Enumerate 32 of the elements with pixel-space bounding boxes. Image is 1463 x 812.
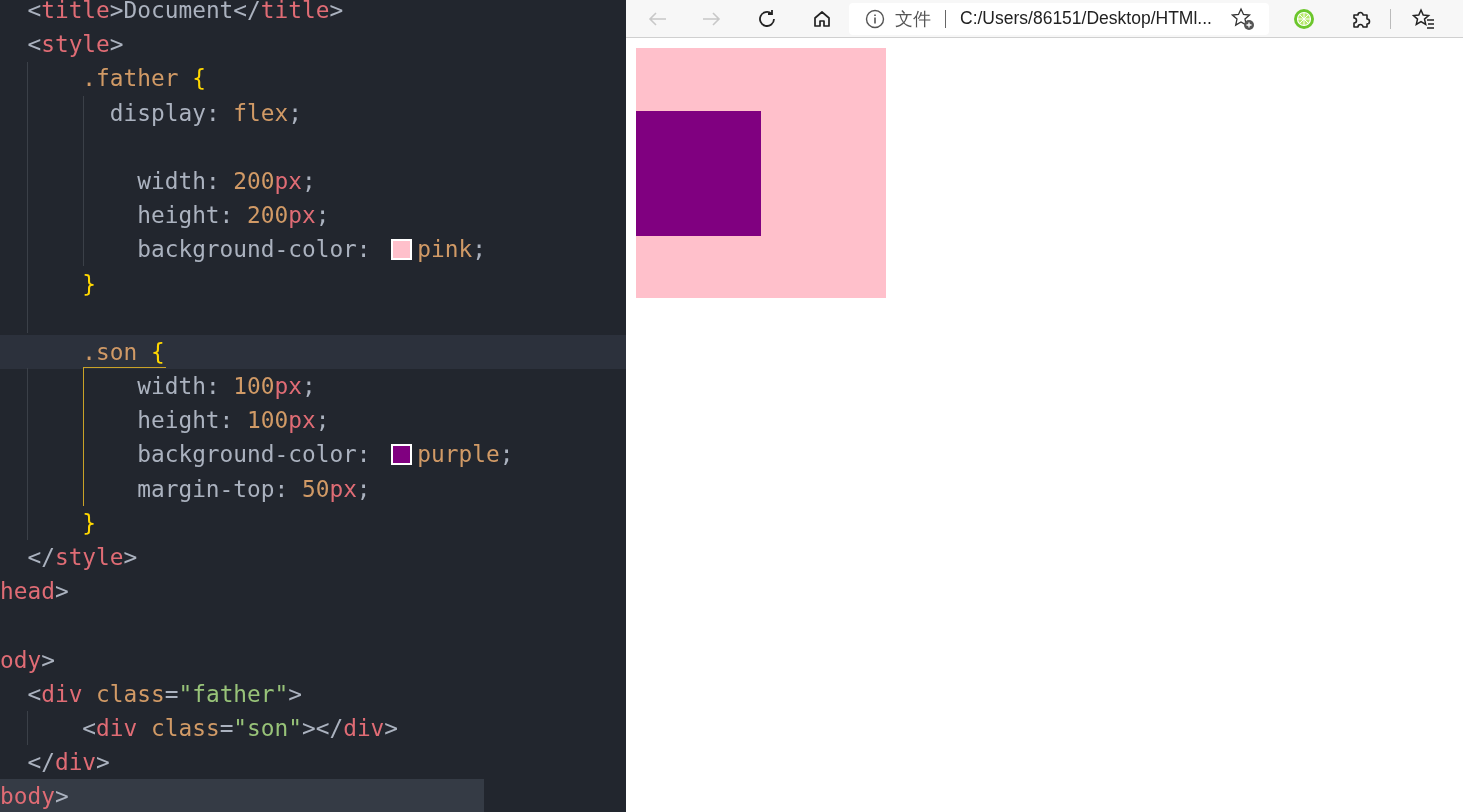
code-line: .son { bbox=[82, 337, 165, 367]
code-text: pink; bbox=[417, 235, 486, 265]
code-line: <div class="father"> bbox=[27, 679, 302, 709]
code-line: } bbox=[82, 508, 97, 538]
code-line: height: 100px; bbox=[137, 406, 330, 436]
code-line: height: 200px; bbox=[137, 201, 330, 231]
url-text: C:/Users/86151/Desktop/HTMl... bbox=[960, 8, 1212, 29]
color-swatch-icon[interactable] bbox=[391, 238, 413, 260]
code-line: <title>Document</title> bbox=[27, 0, 344, 25]
code-line: body> bbox=[0, 782, 69, 812]
site-label: 文件 bbox=[895, 7, 931, 31]
code-line: display: flex; bbox=[109, 98, 302, 128]
code-text: background-color: bbox=[137, 235, 372, 265]
info-icon[interactable] bbox=[865, 8, 885, 29]
code-line: </style> bbox=[27, 543, 138, 572]
address-bar[interactable]: 文件 C:/Users/86151/Desktop/HTMl... bbox=[849, 2, 1269, 35]
code-line: } bbox=[82, 269, 97, 299]
code-line: <div class="son"></div> bbox=[82, 713, 399, 743]
code-text: background-color: bbox=[137, 440, 372, 470]
code-line: head> bbox=[0, 577, 69, 607]
code-line: .father { bbox=[82, 64, 206, 94]
code-line: ody> bbox=[0, 645, 55, 675]
color-swatch-icon[interactable] bbox=[391, 444, 413, 466]
code-text: purple; bbox=[417, 440, 514, 470]
code-line: width: 100px; bbox=[137, 372, 316, 402]
refresh-icon[interactable] bbox=[756, 7, 778, 30]
star-plus-icon[interactable] bbox=[1231, 6, 1255, 31]
favorites-icon[interactable] bbox=[1412, 7, 1436, 30]
code-line: <style> bbox=[27, 30, 124, 60]
code-line: margin-top: 50px; bbox=[137, 474, 371, 504]
code-line: width: 200px; bbox=[137, 166, 316, 196]
code-line: </div> bbox=[27, 748, 110, 778]
